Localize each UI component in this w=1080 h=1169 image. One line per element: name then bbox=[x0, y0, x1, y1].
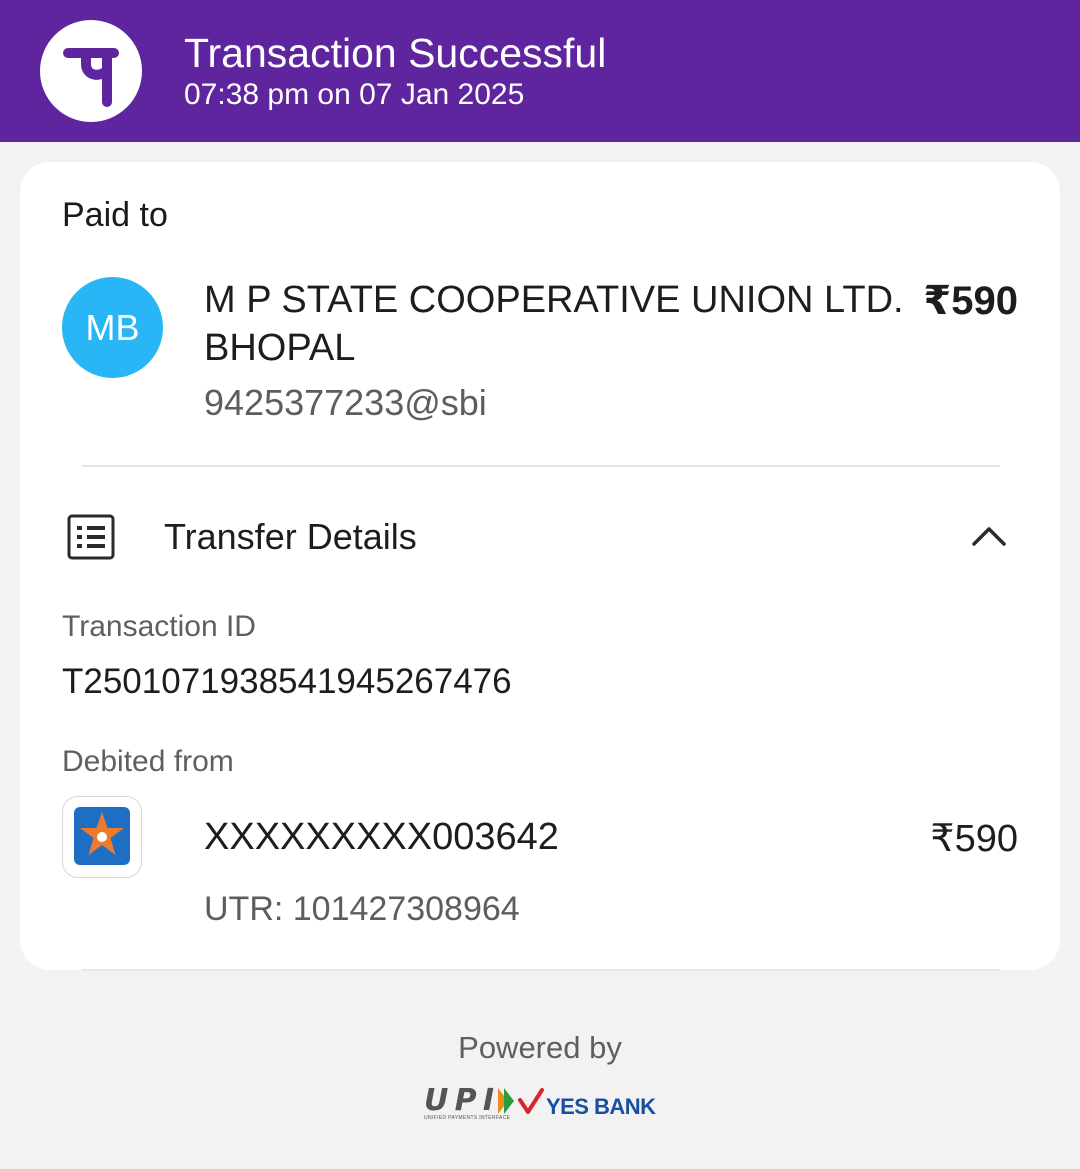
debited-from-label: Debited from bbox=[62, 745, 234, 778]
debit-account-number: XXXXXXXXX003642 bbox=[204, 816, 559, 858]
footer-logos: UPI UNIFIED PAYMENTS INTERFACE YES BANK bbox=[420, 1082, 660, 1127]
upi-logo-text: UPI bbox=[424, 1083, 494, 1118]
yes-bank-logo-text: YES BANK bbox=[546, 1094, 656, 1119]
upi-tagline: UNIFIED PAYMENTS INTERFACE bbox=[424, 1115, 511, 1121]
transaction-datetime: 07:38 pm on 07 Jan 2025 bbox=[184, 78, 525, 111]
footer-divider bbox=[82, 969, 1000, 971]
payee-name: M P STATE COOPERATIVE UNION LTD. BHOPAL bbox=[204, 279, 904, 369]
transaction-card: Paid to MB M P STATE COOPERATIVE UNION L… bbox=[20, 162, 1060, 970]
debited-amount: ₹590 bbox=[930, 818, 1018, 860]
chevron-up-icon[interactable] bbox=[970, 523, 1008, 554]
powered-by-label: Powered by bbox=[458, 1030, 622, 1065]
transaction-status-title: Transaction Successful bbox=[184, 30, 607, 76]
upi-logo: UPI UNIFIED PAYMENTS INTERFACE bbox=[424, 1083, 514, 1121]
utr-number[interactable]: UTR: 101427308964 bbox=[204, 890, 520, 929]
phonepe-logo-icon bbox=[40, 20, 142, 122]
paid-to-label: Paid to bbox=[62, 196, 168, 234]
transaction-id-value[interactable]: T2501071938541945267476 bbox=[62, 662, 512, 702]
receipt-list-icon[interactable] bbox=[66, 512, 116, 567]
payee-upi-id: 9425377233@sbi bbox=[204, 382, 487, 423]
yes-bank-logo: YES BANK bbox=[518, 1088, 656, 1119]
header-bar: Transaction Successful 07:38 pm on 07 Ja… bbox=[0, 0, 1080, 142]
payee-avatar: MB bbox=[62, 277, 163, 378]
bank-star-icon bbox=[62, 796, 142, 878]
paid-amount: ₹590 bbox=[923, 279, 1018, 323]
transfer-details-toggle[interactable]: Transfer Details bbox=[164, 516, 417, 558]
divider bbox=[82, 465, 1000, 467]
transaction-id-label: Transaction ID bbox=[62, 610, 256, 643]
